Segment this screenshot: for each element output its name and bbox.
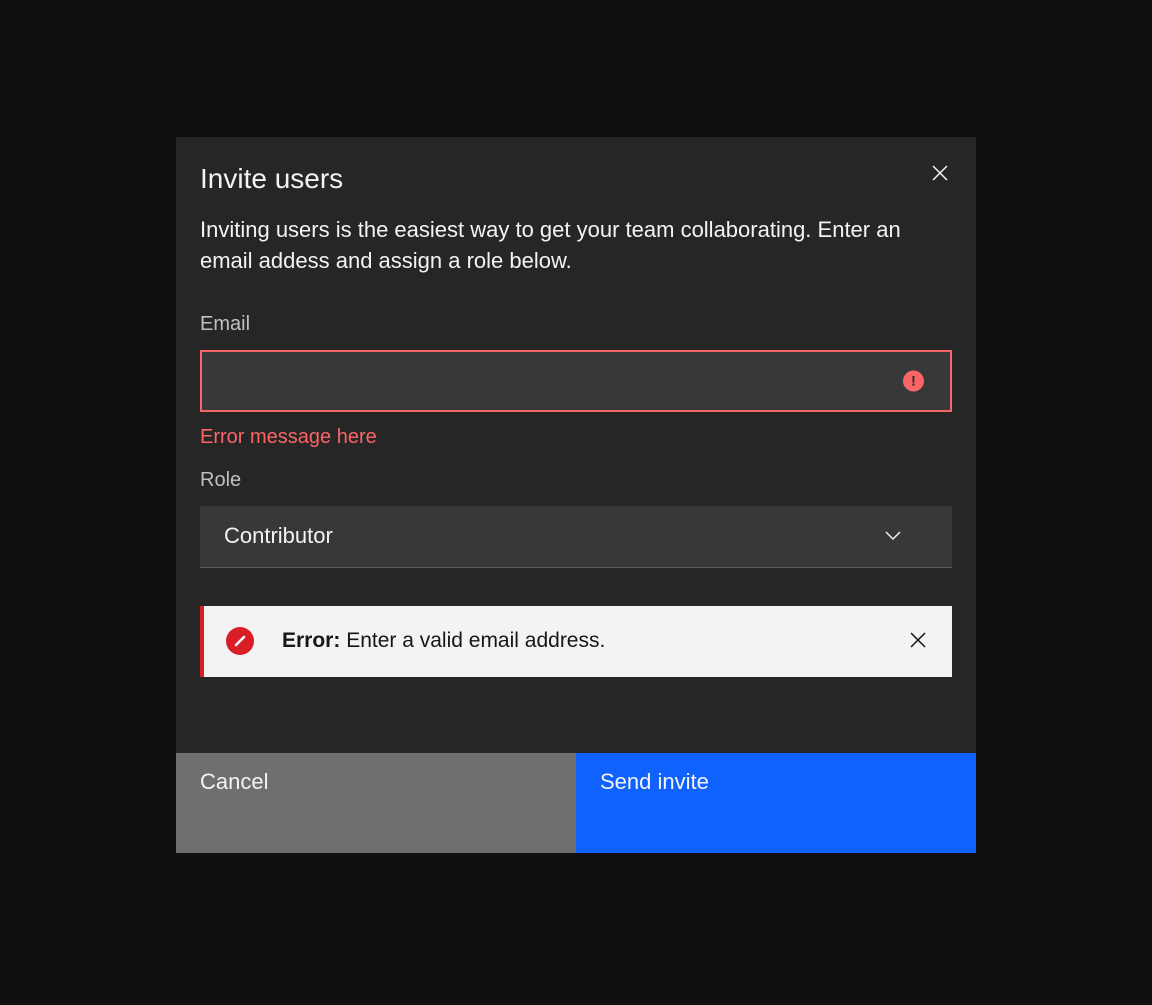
- email-input[interactable]: [200, 350, 952, 412]
- email-inline-error: Error message here: [200, 426, 952, 449]
- error-notification: Error: Enter a valid email address.: [200, 606, 952, 677]
- role-label: Role: [200, 469, 952, 492]
- modal-footer: Cancel Send invite: [176, 753, 976, 853]
- close-icon: [930, 163, 950, 186]
- error-icon: [226, 627, 254, 655]
- notification-prefix: Error:: [282, 629, 340, 652]
- invite-users-modal: Invite users Inviting users is the easie…: [176, 137, 976, 853]
- email-label: Email: [200, 313, 952, 336]
- warning-icon: !: [903, 370, 924, 391]
- cancel-button[interactable]: Cancel: [176, 753, 576, 853]
- email-field-group: Email ! Error message here: [176, 277, 976, 449]
- send-invite-button[interactable]: Send invite: [576, 753, 976, 853]
- role-selected-value: Contributor: [224, 523, 333, 549]
- modal-title: Invite users: [200, 161, 343, 197]
- notification-message: Enter a valid email address.: [340, 629, 605, 652]
- modal-header: Invite users: [176, 137, 976, 197]
- role-field-group: Role Contributor: [176, 449, 976, 568]
- close-icon: [908, 630, 928, 653]
- notification-text: Error: Enter a valid email address.: [282, 629, 904, 653]
- role-select[interactable]: Contributor: [200, 506, 952, 568]
- email-input-wrapper: !: [200, 350, 952, 412]
- modal-description: Inviting users is the easiest way to get…: [176, 197, 976, 277]
- dismiss-notification-button[interactable]: [904, 626, 932, 657]
- close-modal-button[interactable]: [926, 159, 954, 190]
- chevron-down-icon: [884, 527, 902, 545]
